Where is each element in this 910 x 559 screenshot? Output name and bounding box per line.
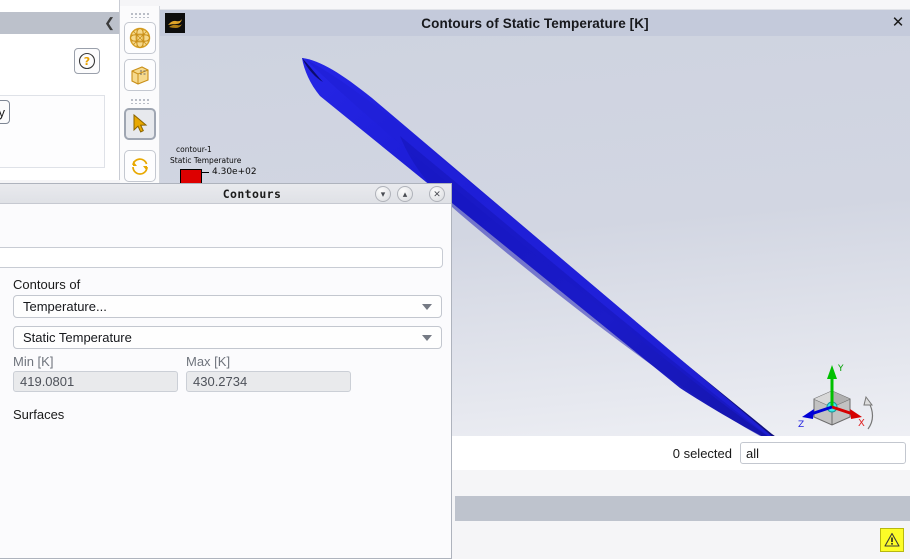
chevron-down-icon — [422, 335, 432, 341]
legend-value-top: 4.30e+02 — [212, 167, 257, 177]
status-bar — [455, 496, 910, 521]
left-panel-content-box — [0, 95, 105, 168]
contours-dialog-title-bar: Contours ▾ ▴ ✕ — [0, 184, 451, 204]
contours-dialog: Contours ▾ ▴ ✕ Contours of Temperature..… — [0, 183, 452, 559]
legend-name: contour-1 — [176, 145, 212, 154]
rotate-refresh-icon[interactable] — [124, 150, 156, 182]
question-mark-icon[interactable]: ? — [74, 48, 100, 74]
chevron-down-icon[interactable]: ▾ — [375, 186, 391, 202]
contours-of-field-select[interactable]: Static Temperature — [13, 326, 442, 349]
close-icon[interactable]: ✕ — [889, 13, 907, 31]
chevron-down-icon — [422, 304, 432, 310]
legend-tick — [202, 172, 209, 173]
contours-of-category-select[interactable]: Temperature... — [13, 295, 442, 318]
graphics-vertical-toolbar — [120, 6, 160, 186]
warning-triangle-icon[interactable] — [880, 528, 904, 552]
bottom-bar — [455, 521, 910, 559]
contours-of-field-value: Static Temperature — [23, 330, 132, 345]
selection-filter-input[interactable] — [740, 442, 906, 464]
svg-text:?: ? — [84, 55, 90, 68]
bounding-box-icon[interactable] — [124, 59, 156, 91]
svg-text:Z: Z — [798, 420, 804, 430]
min-label: Min [K] — [13, 354, 54, 369]
max-label: Max [K] — [186, 354, 231, 369]
chevron-up-icon[interactable]: ▴ — [397, 186, 413, 202]
fluent-logo-icon — [165, 13, 185, 33]
min-value-field: 419.0801 — [13, 371, 178, 392]
select-cursor-icon[interactable] — [124, 108, 156, 140]
contours-of-category-value: Temperature... — [23, 299, 107, 314]
selection-count-label: 0 selected — [672, 445, 732, 461]
svg-text:X: X — [858, 418, 865, 429]
contour-name-input[interactable] — [0, 247, 443, 268]
left-task-panel: ❮ ? y — [0, 0, 120, 180]
toolbar-grip-mid[interactable] — [130, 98, 150, 104]
graphics-title-bar: Contours of Static Temperature [K] ✕ — [160, 10, 910, 36]
graphics-upper-toolbar-strip — [160, 0, 910, 10]
max-value-field: 430.2734 — [186, 371, 351, 392]
contours-dialog-title: Contours — [222, 186, 282, 201]
page-title: Contours of Static Temperature [K] — [421, 15, 649, 31]
chevron-left-icon[interactable]: ❮ — [104, 14, 115, 32]
contours-of-label: Contours of — [13, 277, 81, 292]
svg-text:Y: Y — [837, 364, 844, 374]
app-root: ❮ ? y — [0, 0, 910, 559]
legend-field: Static Temperature — [170, 156, 242, 165]
toolbar-grip-top[interactable] — [130, 12, 150, 18]
apply-button[interactable]: y — [0, 100, 10, 124]
contours-dialog-window-buttons: ▾ ▴ ✕ — [375, 186, 445, 202]
left-panel-header — [0, 12, 119, 34]
mesh-sphere-icon[interactable] — [124, 22, 156, 54]
close-icon[interactable]: ✕ — [429, 186, 445, 202]
surfaces-label: Surfaces — [13, 407, 65, 422]
